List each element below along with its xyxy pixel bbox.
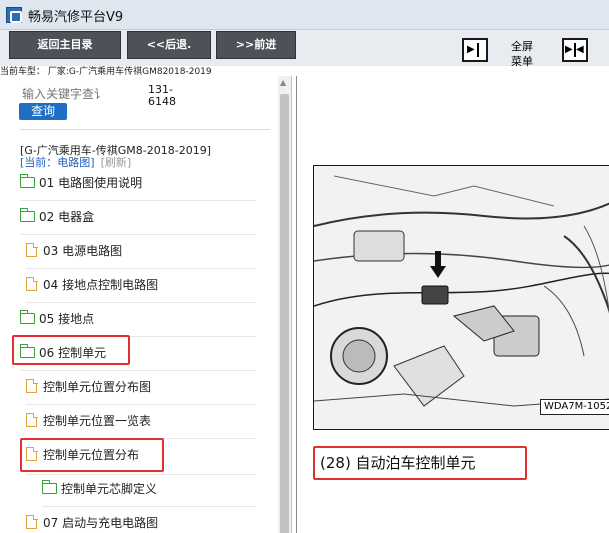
search-button[interactable]: 查询 xyxy=(19,103,67,120)
tree-item-06-1[interactable]: 控制单元位置分布图 xyxy=(26,376,151,398)
divider xyxy=(26,302,256,303)
divider xyxy=(20,129,270,130)
document-icon xyxy=(26,412,38,427)
window-title: 畅易汽修平台V9 xyxy=(28,10,124,25)
tree-item-04[interactable]: 04 接地点控制电路图 xyxy=(26,274,158,296)
document-icon xyxy=(26,514,38,529)
tree-item-05[interactable]: 05 接地点 xyxy=(19,308,94,330)
toolbar: 返回主目录 <<后退. >>前进 ▶ 全屏 菜单 ▶ ◀ xyxy=(0,30,609,69)
bar-icon xyxy=(477,43,479,57)
document-icon xyxy=(26,378,38,393)
folder-icon xyxy=(41,480,57,494)
document-icon xyxy=(26,242,38,257)
divider xyxy=(26,474,256,475)
app-logo-icon xyxy=(6,7,22,23)
component-caption: (28) 自动泊车控制单元 xyxy=(313,446,527,480)
current-section-label: [当前：电路图] xyxy=(20,156,95,169)
collapse-panel-button[interactable]: ▶ xyxy=(462,38,488,62)
document-icon xyxy=(26,446,38,461)
folder-icon xyxy=(19,174,35,188)
document-icon xyxy=(26,276,38,291)
tree-item-07[interactable]: 07 启动与充电电路图 xyxy=(26,512,158,533)
scroll-up-icon[interactable]: ▲ xyxy=(280,78,286,87)
component-diagram: WDA7M-1052 xyxy=(313,165,609,430)
tree-scrollbar[interactable]: ▲ xyxy=(278,76,291,533)
tree-item-03[interactable]: 03 电源电路图 xyxy=(26,240,122,262)
tree-item-02[interactable]: 02 电器盒 xyxy=(19,206,94,228)
forward-button[interactable]: >>前进 xyxy=(216,31,296,59)
folder-icon xyxy=(19,208,35,222)
divider xyxy=(20,234,256,235)
tree-item-01[interactable]: 01 电路图使用说明 xyxy=(19,172,142,194)
figure-code: WDA7M-1052 xyxy=(540,399,609,415)
tree-item-06[interactable]: 06 控制单元 xyxy=(19,342,106,364)
fullscreen-menu-label[interactable]: 全屏 菜单 xyxy=(507,39,537,69)
divider xyxy=(42,506,256,507)
folder-open-icon xyxy=(19,344,35,358)
caret-right-icon: ▶ xyxy=(467,44,475,55)
search-input[interactable] xyxy=(22,86,140,102)
divider xyxy=(20,200,256,201)
scroll-thumb[interactable] xyxy=(280,94,289,533)
fullscreen-button[interactable]: ▶ ◀ xyxy=(562,38,588,62)
tree-item-06-4[interactable]: 控制单元芯脚定义 xyxy=(41,478,157,500)
divider xyxy=(26,404,256,405)
left-panel: 查询 131- 6148 [G-广汽乘用车-传祺GM8-2018-2019] [… xyxy=(0,76,292,533)
tree-item-06-2[interactable]: 控制单元位置一览表 xyxy=(26,410,151,432)
current-location: [当前：电路图] [刷新] xyxy=(20,154,131,170)
divider xyxy=(20,370,256,371)
vehicle-interior-drawing xyxy=(314,166,609,429)
folder-icon xyxy=(19,310,35,324)
tree-item-06-3[interactable]: 控制单元位置分布 xyxy=(26,444,139,466)
back-to-main-button[interactable]: 返回主目录 xyxy=(9,31,121,59)
back-button[interactable]: <<后退. xyxy=(127,31,211,59)
caret-left-icon: ◀ xyxy=(576,44,584,55)
page-range: 131- 6148 xyxy=(148,83,176,108)
refresh-link[interactable]: [刷新] xyxy=(101,156,132,169)
caret-right-icon: ▶ xyxy=(565,44,573,55)
divider xyxy=(26,268,256,269)
content-panel: WDA7M-1052 (28) 自动泊车控制单元 xyxy=(296,76,609,533)
title-bar: 畅易汽修平台V9 xyxy=(0,0,609,30)
